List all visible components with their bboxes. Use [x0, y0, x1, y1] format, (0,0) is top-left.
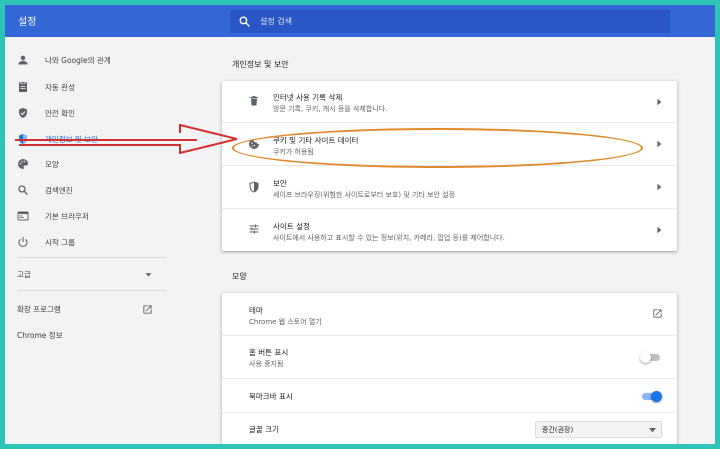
arrow-right-icon	[657, 183, 662, 191]
font-size-row: 글꼴 크기 중간(권장)	[222, 413, 677, 444]
sidebar-item-on-startup[interactable]: 시작 그룹	[5, 232, 175, 252]
row-subtitle: 사용 중지됨	[249, 360, 284, 368]
row-title: 홈 버튼 표시	[249, 348, 289, 357]
row-title: 북마크바 표시	[249, 392, 293, 401]
highlight-oval-annotation	[232, 128, 643, 168]
sidebar-item-label: 시작 그룹	[45, 238, 75, 247]
triangle-down-icon	[649, 428, 656, 433]
site-settings-row[interactable]: 사이트 설정 사이트에서 사용하고 표시할 수 있는 정보(위치, 카메라, 팝…	[222, 209, 677, 251]
clear-browsing-data-row[interactable]: 인터넷 사용 기록 삭제 방문 기록, 쿠키, 캐시 등을 삭제합니다.	[222, 81, 677, 122]
sidebar-item-label: 나와 Google의 관계	[45, 56, 111, 65]
person-icon	[18, 55, 28, 65]
red-arrow-annotation	[15, 123, 238, 155]
sidebar-about-chrome[interactable]: Chrome 정보	[5, 327, 165, 345]
shield-check-icon	[19, 108, 27, 118]
sidebar-about-label: Chrome 정보	[17, 331, 63, 340]
sidebar-item-label: 안전 확인	[45, 109, 75, 118]
browser-icon	[17, 211, 29, 221]
row-subtitle: 세이프 브라우징(위험한 사이트로부터 보호) 및 기타 보안 설정	[273, 191, 456, 199]
bookmarks-bar-row: 북마크바 표시	[222, 379, 677, 412]
shield-icon	[249, 181, 259, 193]
appearance-card: 테마 Chrome 웹 스토어 열기 홈 버튼 표시 사용 중지됨 북마크바 표…	[222, 293, 677, 444]
power-icon	[18, 237, 28, 247]
row-title: 인터넷 사용 기록 삭제	[273, 93, 343, 102]
sidebar-divider	[17, 290, 167, 291]
row-subtitle: 사이트에서 사용하고 표시할 수 있는 정보(위치, 카메라, 팝업 등)를 제…	[273, 234, 505, 242]
row-title: 보안	[273, 179, 287, 188]
privacy-section-title: 개인정보 및 보안	[232, 60, 289, 69]
sidebar-item-label: 자동 완성	[45, 83, 75, 92]
tune-icon	[249, 224, 259, 234]
row-title: 글꼴 크기	[249, 425, 279, 434]
sidebar-item-label: 기본 브라우저	[45, 212, 89, 221]
home-button-toggle[interactable]	[640, 352, 662, 363]
page-title: 설정	[18, 17, 37, 28]
sidebar-item-search-engine[interactable]: 검색엔진	[5, 180, 175, 200]
header-bar: 설정	[5, 5, 715, 37]
search-box[interactable]	[230, 10, 670, 33]
sidebar-item-safety-check[interactable]: 안전 확인	[5, 103, 175, 123]
search-input[interactable]	[260, 13, 660, 30]
trash-icon	[250, 96, 258, 106]
arrow-right-icon	[657, 226, 662, 234]
search-icon	[18, 185, 28, 195]
open-in-new-icon	[143, 305, 152, 314]
theme-row[interactable]: 테마 Chrome 웹 스토어 열기	[222, 293, 677, 335]
row-title: 테마	[249, 306, 263, 315]
row-title: 사이트 설정	[273, 222, 310, 231]
sidebar-item-autofill[interactable]: 자동 완성	[5, 77, 175, 97]
arrow-right-icon	[657, 140, 662, 148]
row-subtitle: Chrome 웹 스토어 열기	[249, 318, 322, 326]
settings-window: 설정 나와 Google의 관계 자동 완성 안전 확인 개인정보 및 보안	[5, 5, 715, 444]
sidebar-extensions-label: 확장 프로그램	[17, 305, 61, 314]
arrow-right-icon	[657, 98, 662, 106]
sidebar-extensions[interactable]: 확장 프로그램	[5, 301, 165, 319]
sidebar: 나와 Google의 관계 자동 완성 안전 확인 개인정보 및 보안 모양 검…	[5, 37, 175, 444]
font-size-value: 중간(권장)	[542, 426, 574, 434]
font-size-select[interactable]: 중간(권장)	[535, 421, 662, 438]
palette-icon	[18, 159, 28, 169]
sidebar-item-default-browser[interactable]: 기본 브라우저	[5, 206, 175, 226]
clipboard-icon	[19, 81, 27, 92]
home-button-row: 홈 버튼 표시 사용 중지됨	[222, 336, 677, 378]
security-row[interactable]: 보안 세이프 브라우징(위험한 사이트로부터 보호) 및 기타 보안 설정	[222, 166, 677, 208]
sidebar-advanced-label: 고급	[17, 270, 31, 279]
sidebar-divider	[17, 257, 167, 258]
open-in-new-icon[interactable]	[652, 308, 663, 319]
sidebar-advanced[interactable]: 고급	[5, 265, 165, 283]
triangle-down-icon	[145, 273, 152, 277]
sidebar-item-label: 검색엔진	[45, 186, 73, 195]
search-icon	[239, 16, 250, 27]
sidebar-item-appearance[interactable]: 모양	[5, 154, 175, 174]
bookmarks-bar-toggle[interactable]	[640, 391, 662, 402]
row-subtitle: 방문 기록, 쿠키, 캐시 등을 삭제합니다.	[273, 105, 388, 113]
sidebar-item-you-and-google[interactable]: 나와 Google의 관계	[5, 50, 175, 70]
appearance-section-title: 모양	[232, 272, 247, 281]
sidebar-item-label: 모양	[45, 160, 59, 169]
